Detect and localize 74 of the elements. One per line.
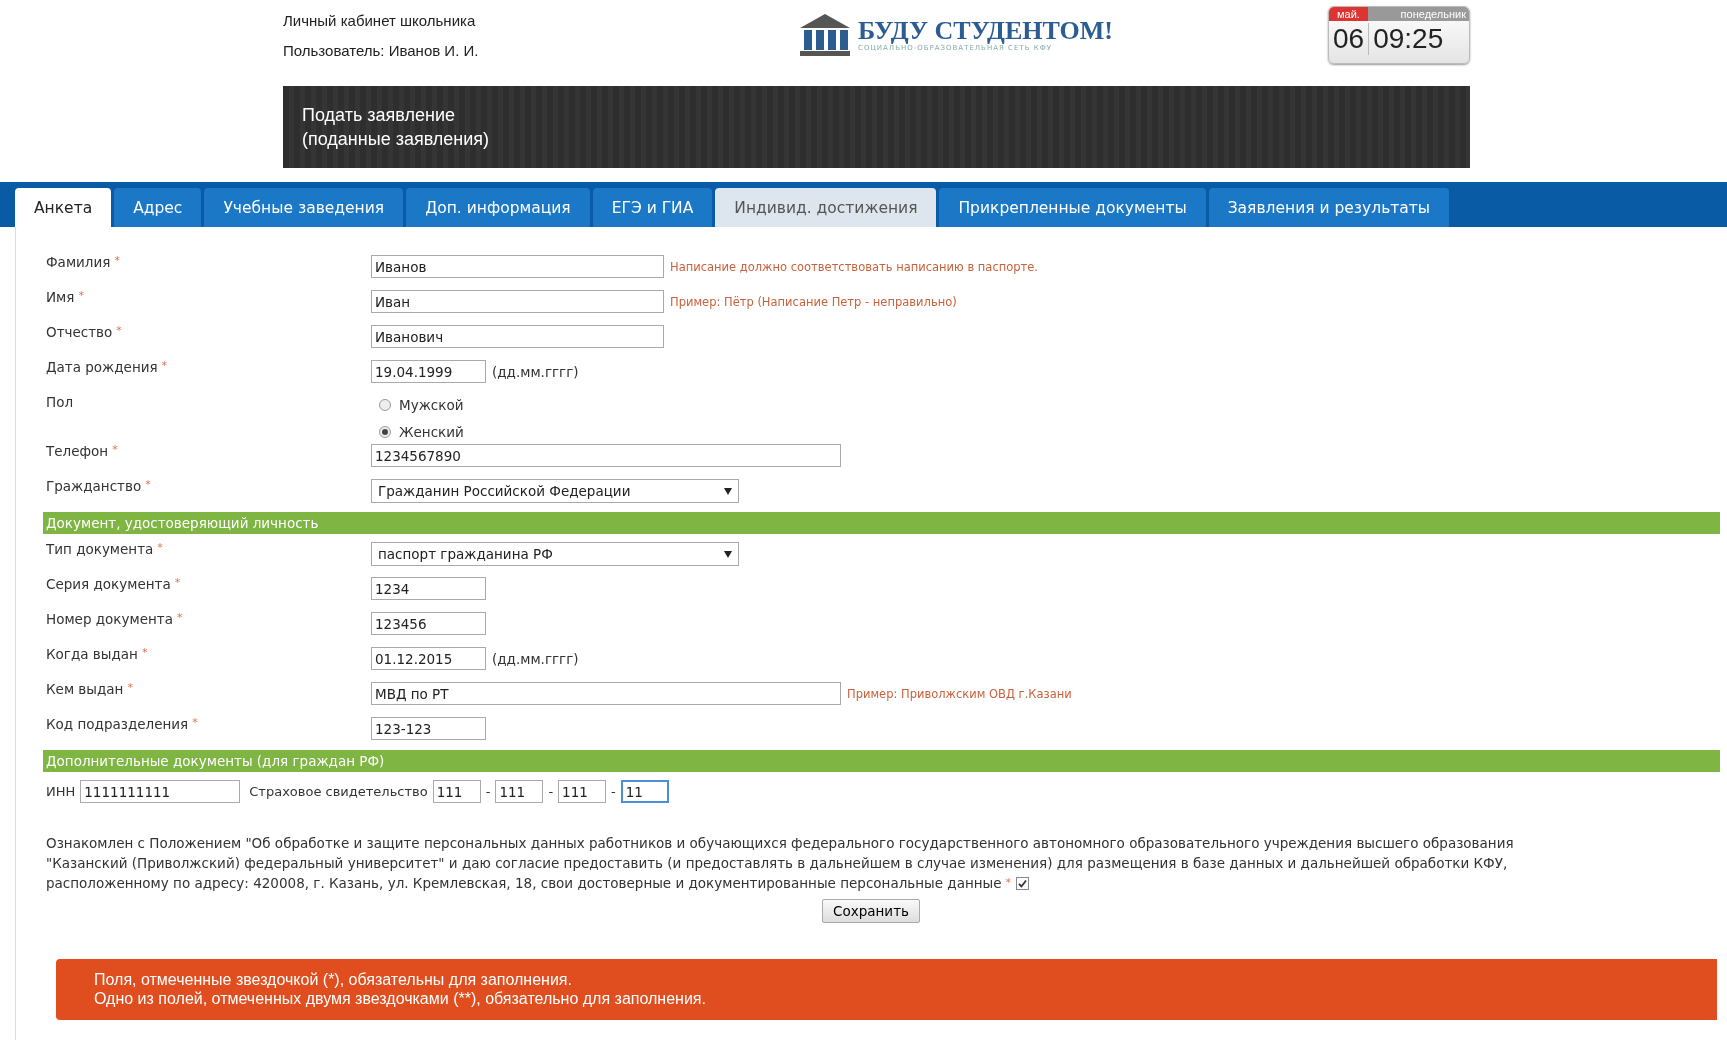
input-field[interactable]: 111 xyxy=(558,780,607,803)
input-field[interactable]: 111 xyxy=(495,780,544,803)
field-label: Телефон * xyxy=(46,442,119,459)
field-label: Дата рождения * xyxy=(46,358,169,375)
input-field[interactable]: 1234 xyxy=(371,577,486,600)
notice-text: Одно из полей, отмеченных двумя звездочками (**), обязательно для заполнения. xyxy=(94,990,707,1008)
tab[interactable]: Адрес xyxy=(114,188,202,227)
field-hint: Пример: Пётр (Написание Петр - неправильно) xyxy=(670,294,957,309)
radio-label: Мужской xyxy=(399,397,464,413)
field-label: Номер документа * xyxy=(46,610,184,627)
field-label: Гражданство * xyxy=(46,477,152,494)
required-mark: * xyxy=(1005,875,1012,891)
consent-text: расположенному по адресу: 420008, г. Казань, ул. Кремлевская, 18, свои достоверные и документированные персональные данные xyxy=(46,874,1002,893)
input-field[interactable]: 11 xyxy=(620,780,669,803)
field-label: Кем выдан * xyxy=(46,680,134,697)
clock-time: 09:25 xyxy=(1373,23,1444,55)
input-field[interactable]: Иванович xyxy=(371,325,664,348)
separator: - xyxy=(485,784,491,799)
banner-link[interactable]: (поданные заявления) xyxy=(302,127,1470,151)
consent-checkbox[interactable] xyxy=(1016,876,1030,890)
banner-link[interactable]: Подать заявление xyxy=(302,103,1470,127)
save-button[interactable]: Сохранить xyxy=(822,899,920,923)
building-icon xyxy=(798,12,852,58)
radio-button[interactable] xyxy=(379,426,391,438)
date-format-hint: (дд.мм.гггг) xyxy=(492,650,579,667)
tab[interactable]: Анкета xyxy=(15,188,112,227)
field-label: Пол xyxy=(46,393,75,410)
field-hint: Пример: Приволжским ОВД г.Казани xyxy=(847,686,1072,701)
field-label: Страховое свидетельство xyxy=(249,784,428,799)
field-label: Фамилия * xyxy=(46,253,121,270)
consent-text: Ознакомлен с Положением "Об обработке и защите персональных данных работников и обучающихся федерального государственного автономного образовательного учреждения высшего образования xyxy=(46,834,1514,853)
tab[interactable]: Прикрепленные документы xyxy=(939,188,1206,227)
field-label: Серия документа * xyxy=(46,575,182,592)
tab[interactable]: Индивид. достижения xyxy=(715,188,937,227)
input-field[interactable]: 1234567890 xyxy=(371,444,841,467)
dropdown-arrow-icon xyxy=(724,487,732,495)
field-label: Когда выдан * xyxy=(46,645,149,662)
clock-day: 06 xyxy=(1333,23,1370,55)
user-name: Пользователь: Иванов И. И. xyxy=(283,42,480,59)
input-field[interactable]: Иванов xyxy=(371,255,664,278)
clock-month: май. xyxy=(1329,7,1368,21)
dropdown[interactable]: паспорт гражданина РФ xyxy=(371,542,739,566)
dropdown[interactable]: Гражданин Российской Федерации xyxy=(371,479,739,503)
radio-label: Женский xyxy=(399,424,464,440)
cabinet-title: Личный кабинет школьника xyxy=(283,12,477,29)
input-field[interactable]: 01.12.2015 xyxy=(371,647,486,670)
logo-title: БУДУ СТУДЕНТОМ! xyxy=(858,18,1113,44)
input-field[interactable]: 111 xyxy=(432,780,481,803)
separator: - xyxy=(548,784,554,799)
field-label: Тип документа * xyxy=(46,540,164,557)
field-label: Код подразделения * xyxy=(46,715,199,732)
radio-button[interactable] xyxy=(379,399,391,411)
field-label: ИНН xyxy=(46,784,76,799)
tab[interactable]: ЕГЭ и ГИА xyxy=(592,188,713,227)
field-label: Отчество * xyxy=(46,323,123,340)
date-format-hint: (дд.мм.гггг) xyxy=(492,363,579,380)
input-field[interactable]: 123456 xyxy=(371,612,486,635)
consent-text: "Казанский (Приволжский) федеральный университет" и даю согласие предоставить (и предоставлять в дальнейшем в случае изменения) для размещения в базе данных и дальнейшей обработки КФУ, xyxy=(46,854,1508,873)
dropdown-arrow-icon xyxy=(724,550,732,558)
tab[interactable]: Заявления и результаты xyxy=(1208,188,1450,227)
field-label: Имя * xyxy=(46,288,85,305)
field-hint: Написание должно соответствовать написанию в паспорте. xyxy=(670,259,1038,274)
separator: - xyxy=(611,784,616,799)
section-header: Документ, удостоверяющий личность xyxy=(43,512,1720,534)
input-field[interactable]: 19.04.1999 xyxy=(371,360,486,383)
input-field[interactable]: МВД по РТ xyxy=(371,682,841,705)
input-field[interactable]: 1111111111 xyxy=(80,780,241,803)
section-header: Дополнительные документы (для граждан РФ) xyxy=(43,750,1720,772)
input-field[interactable]: Иван xyxy=(371,290,664,313)
clock-weekday: понедельник xyxy=(1367,7,1469,21)
input-field[interactable]: 123-123 xyxy=(371,717,486,740)
tab[interactable]: Учебные заведения xyxy=(204,188,404,227)
notice-text: Поля, отмеченные звездочкой (*), обязательны для заполнения. xyxy=(94,971,573,989)
tab[interactable]: Доп. информация xyxy=(406,188,590,227)
